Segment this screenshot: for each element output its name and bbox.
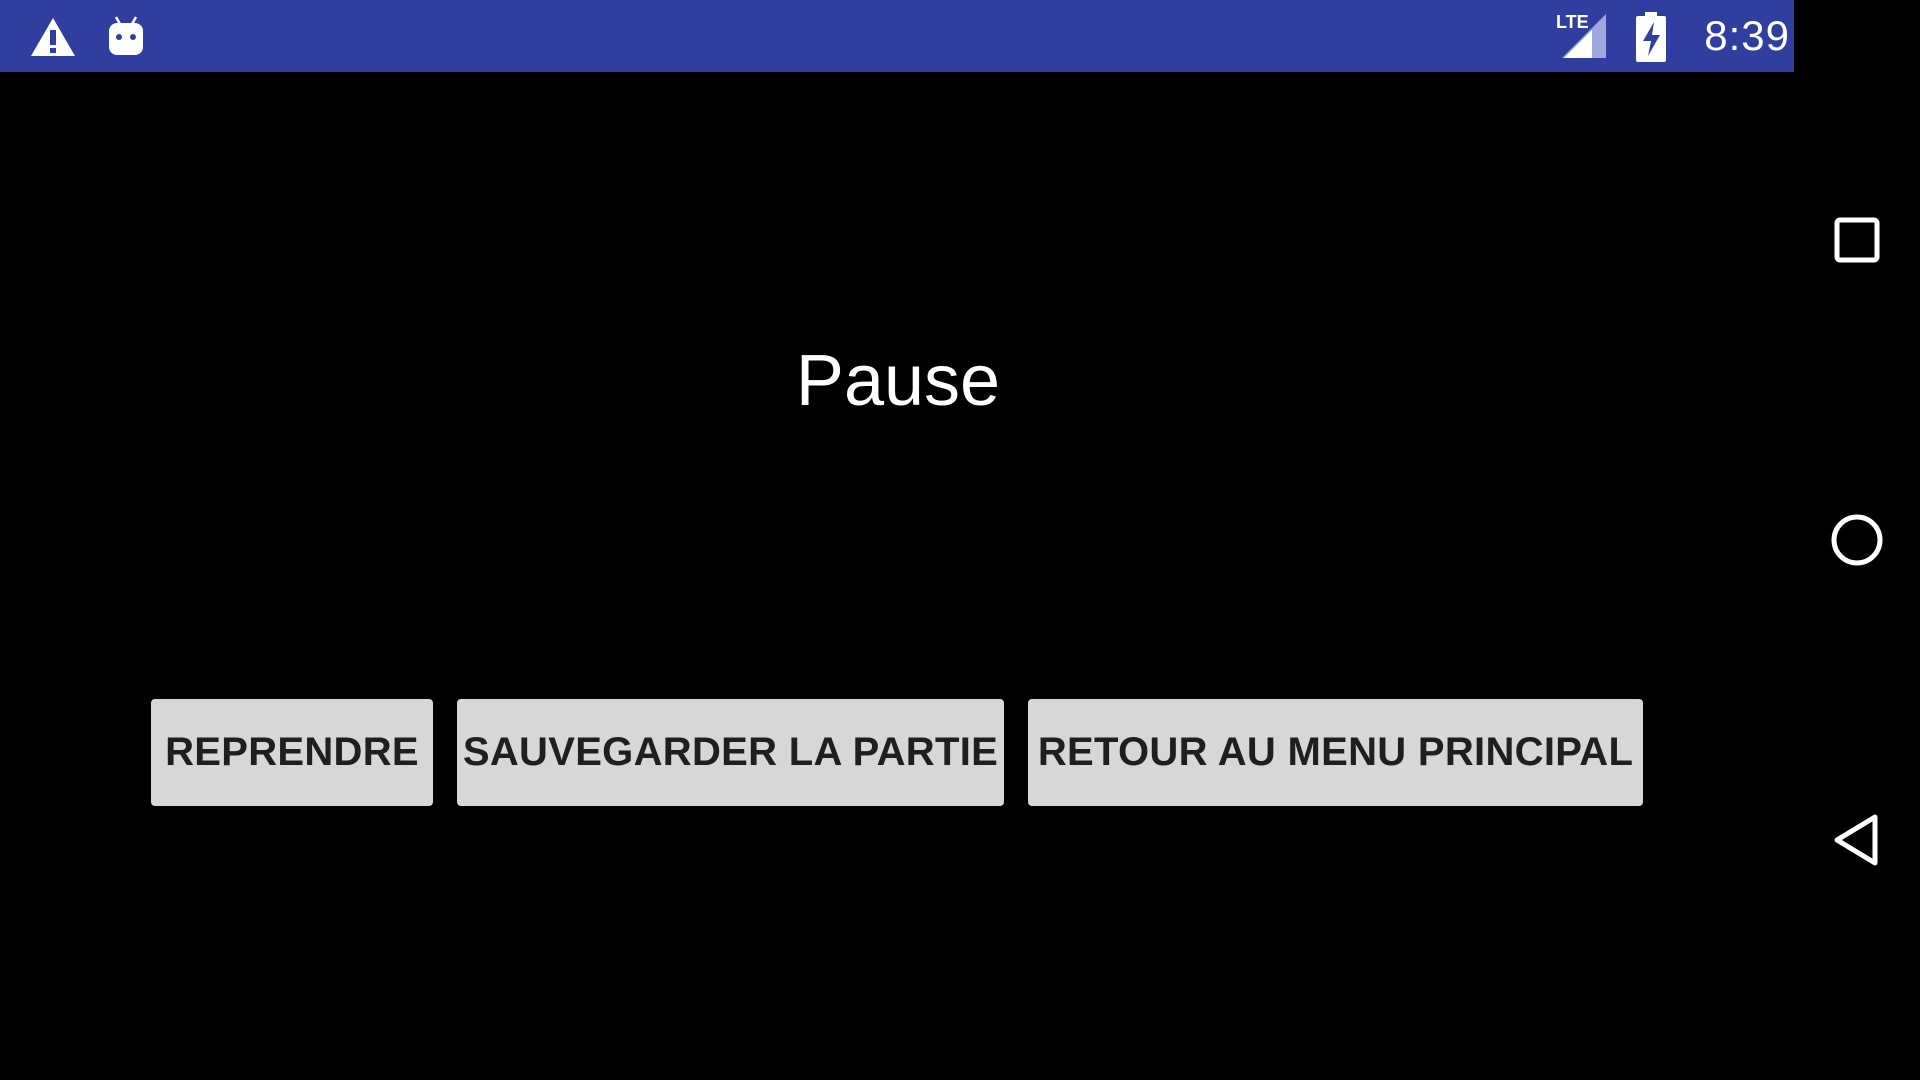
- back-icon: [1834, 814, 1878, 866]
- lte-signal-icon: LTE: [1554, 10, 1614, 62]
- home-button[interactable]: [1821, 504, 1893, 576]
- status-bar: LTE 8:39: [0, 0, 1794, 72]
- device-screen: LTE 8:39 Pause REPRENDRE SAUVEGARDER LA …: [0, 0, 1920, 1080]
- navigation-bar: [1794, 0, 1920, 1080]
- network-type-label: LTE: [1556, 12, 1589, 32]
- status-clock: 8:39: [1704, 12, 1790, 59]
- save-game-button[interactable]: SAUVEGARDER LA PARTIE: [457, 699, 1004, 806]
- warning-icon: [26, 10, 80, 64]
- battery-charging-icon: [1634, 12, 1668, 62]
- recents-icon: [1834, 217, 1880, 263]
- back-button[interactable]: [1821, 804, 1893, 876]
- main-menu-button[interactable]: RETOUR AU MENU PRINCIPAL: [1028, 699, 1643, 806]
- recents-button[interactable]: [1821, 204, 1893, 276]
- android-debug-icon: [99, 10, 153, 64]
- resume-button[interactable]: REPRENDRE: [151, 699, 433, 806]
- pause-title: Pause: [795, 341, 1001, 421]
- home-icon: [1831, 514, 1883, 566]
